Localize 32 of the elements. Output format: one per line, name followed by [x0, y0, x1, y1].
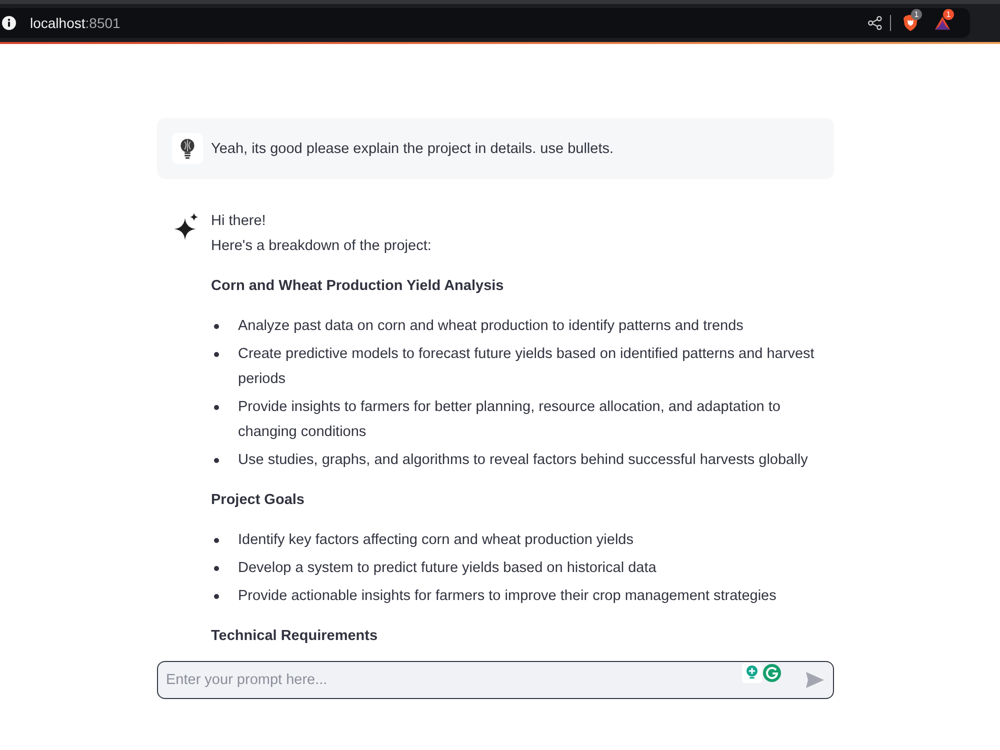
section-heading: Technical Requirements [211, 627, 379, 646]
bullet-icon [214, 566, 219, 571]
send-icon [806, 672, 824, 688]
bullet-icon [214, 538, 219, 543]
message-text: Yeah, its good please explain the project in details. use bullets. [211, 140, 614, 158]
list-item-text: Analyze past data on corn and wheat production to identify patterns and trends [238, 317, 744, 336]
bullet-icon [214, 324, 219, 329]
list-item-text: Develop a system to predict future yields based on historical data [238, 559, 658, 578]
notification-badge: 1 [943, 9, 954, 20]
bullet-icon [214, 594, 219, 599]
list-item-text: Provide insights to farmers for better planning, resource allocation, and adaptation to changing conditions [238, 398, 782, 442]
share-icon[interactable] [868, 16, 882, 30]
bullet-icon [214, 405, 219, 410]
section-heading: Corn and Wheat Production Yield Analysis [211, 277, 505, 296]
message-text: Hi there! [211, 212, 267, 231]
list-item-text: Create predictive models to forecast future yields based on identified patterns and harvest periods [238, 345, 816, 389]
address-bar[interactable]: localhost:8501 1 1 [0, 8, 970, 38]
message-text: Here's a breakdown of the project: [211, 237, 432, 256]
bullet-icon [214, 352, 219, 357]
lightbulb-icon [172, 133, 203, 164]
circle-logo-icon[interactable] [763, 664, 781, 682]
prompt-field[interactable]: Enter your prompt here... [157, 661, 834, 699]
section-heading: Project Goals [211, 491, 306, 510]
list-item-text: Use studies, graphs, and algorithms to reveal factors behind successful harvests globally [238, 451, 809, 470]
sparkle-icon [174, 213, 198, 240]
info-icon[interactable] [2, 16, 16, 30]
url-text[interactable]: localhost:8501 [30, 15, 120, 31]
notification-badge: 1 [911, 9, 922, 20]
lightbulb-icon[interactable] [742, 663, 762, 683]
bullet-icon [214, 458, 219, 463]
list-item-text: Identify key factors affecting corn and wheat production yields [238, 531, 634, 550]
list-item-text: Provide actionable insights for farmers to improve their crop management strategies [238, 587, 778, 606]
